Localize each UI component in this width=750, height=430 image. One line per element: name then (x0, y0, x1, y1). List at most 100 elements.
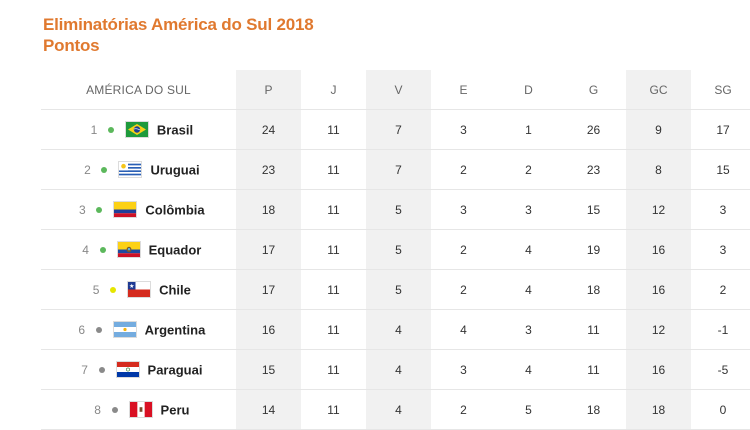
stat-d: 1 (496, 109, 561, 150)
table-row[interactable]: 5 Chile 17 11 5 2 4 18 16 2 (41, 269, 750, 310)
stat-sg: 2 (691, 269, 750, 310)
page-title: Eliminatórias América do Sul 2018 Pontos (43, 14, 314, 56)
position-number: 3 (79, 202, 86, 217)
table-row[interactable]: 4 Equador 17 11 5 2 4 19 16 3 (41, 229, 750, 270)
stat-p: 15 (236, 349, 301, 390)
stat-d: 4 (496, 269, 561, 310)
table-row[interactable]: 8 Peru 14 11 4 2 5 18 18 0 (41, 389, 750, 430)
stat-v: 4 (366, 349, 431, 390)
stat-j: 11 (301, 349, 366, 390)
stat-sg: 3 (691, 189, 750, 230)
stat-e: 3 (431, 349, 496, 390)
team-name[interactable]: Colômbia (145, 202, 204, 217)
stat-p: 23 (236, 149, 301, 190)
stat-j: 11 (301, 269, 366, 310)
stat-j: 11 (301, 109, 366, 150)
team-name[interactable]: Argentina (145, 322, 206, 337)
team-cell: 7 Paraguai (41, 349, 236, 390)
position-number: 8 (94, 402, 101, 417)
stat-p: 18 (236, 189, 301, 230)
title-line-1: Eliminatórias América do Sul 2018 (43, 15, 314, 34)
stat-g: 18 (561, 269, 626, 310)
ecuador-flag-icon (117, 242, 140, 258)
stat-v: 5 (366, 189, 431, 230)
title-line-2: Pontos (43, 36, 100, 55)
position-number: 2 (84, 162, 91, 177)
table-row[interactable]: 1 Brasil 24 11 7 3 1 26 9 17 (41, 109, 750, 150)
stat-sg: 17 (691, 109, 750, 150)
team-name[interactable]: Chile (159, 282, 191, 297)
stat-gc: 16 (626, 349, 691, 390)
stat-d: 3 (496, 309, 561, 350)
stat-j: 11 (301, 189, 366, 230)
team-name[interactable]: Brasil (157, 122, 193, 137)
stat-d: 2 (496, 149, 561, 190)
stat-gc: 12 (626, 189, 691, 230)
stat-e: 2 (431, 269, 496, 310)
argentina-flag-icon (113, 322, 136, 338)
stat-v: 7 (366, 149, 431, 190)
status-dot-icon (98, 366, 105, 373)
team-name[interactable]: Uruguai (150, 162, 199, 177)
stat-g: 11 (561, 309, 626, 350)
chile-flag-icon (128, 282, 151, 298)
stat-e: 3 (431, 189, 496, 230)
stat-v: 4 (366, 389, 431, 430)
standings-body: 1 Brasil 24 11 7 3 1 26 9 17 2 Uruguai 23 11 7 2 2 23 8 15 3… (41, 109, 750, 430)
stat-sg: 3 (691, 229, 750, 270)
status-dot-icon (95, 326, 102, 333)
status-dot-icon (101, 166, 108, 173)
stat-gc: 18 (626, 389, 691, 430)
stat-e: 3 (431, 109, 496, 150)
column-header-j[interactable]: J (301, 70, 366, 110)
peru-flag-icon (129, 402, 152, 418)
stat-sg: -5 (691, 349, 750, 390)
position-number: 7 (81, 362, 88, 377)
column-header-gc[interactable]: GC (626, 70, 691, 110)
column-header-v[interactable]: V (366, 70, 431, 110)
status-dot-icon (111, 406, 118, 413)
column-header-sg[interactable]: SG (691, 70, 750, 110)
stat-d: 4 (496, 349, 561, 390)
team-cell: 1 Brasil (41, 109, 236, 150)
stat-j: 11 (301, 229, 366, 270)
stat-g: 19 (561, 229, 626, 270)
position-number: 6 (78, 322, 85, 337)
status-dot-icon (99, 246, 106, 253)
stat-gc: 16 (626, 269, 691, 310)
column-header-g[interactable]: G (561, 70, 626, 110)
table-row[interactable]: 2 Uruguai 23 11 7 2 2 23 8 15 (41, 149, 750, 190)
table-row[interactable]: 7 Paraguai 15 11 4 3 4 11 16 -5 (41, 349, 750, 390)
group-label: AMÉRICA DO SUL (41, 70, 236, 110)
stat-g: 11 (561, 349, 626, 390)
position-number: 5 (92, 282, 100, 297)
stat-p: 14 (236, 389, 301, 430)
table-header-row: AMÉRICA DO SUL P J V E D G GC SG (41, 70, 750, 110)
stat-v: 5 (366, 229, 431, 270)
team-name[interactable]: Peru (161, 402, 190, 417)
stat-v: 5 (366, 269, 431, 310)
column-header-e[interactable]: E (431, 70, 496, 110)
stat-d: 4 (496, 229, 561, 270)
table-row[interactable]: 6 Argentina 16 11 4 4 3 11 12 -1 (41, 309, 750, 350)
position-number: 4 (82, 242, 89, 257)
table-row[interactable]: 3 Colômbia 18 11 5 3 3 15 12 3 (41, 189, 750, 230)
team-name[interactable]: Paraguai (148, 362, 203, 377)
team-name[interactable]: Equador (149, 242, 202, 257)
stat-p: 17 (236, 269, 301, 310)
stat-gc: 8 (626, 149, 691, 190)
uruguay-flag-icon (119, 162, 142, 178)
stat-d: 3 (496, 189, 561, 230)
stat-gc: 12 (626, 309, 691, 350)
stat-d: 5 (496, 389, 561, 430)
team-cell: 4 Equador (41, 229, 236, 270)
team-cell: 8 Peru (41, 389, 236, 430)
column-header-p[interactable]: P (236, 70, 301, 110)
stat-j: 11 (301, 149, 366, 190)
stat-v: 4 (366, 309, 431, 350)
column-header-d[interactable]: D (496, 70, 561, 110)
paraguay-flag-icon (116, 362, 139, 378)
stat-e: 2 (431, 149, 496, 190)
stat-g: 26 (561, 109, 626, 150)
status-dot-icon (96, 206, 103, 213)
